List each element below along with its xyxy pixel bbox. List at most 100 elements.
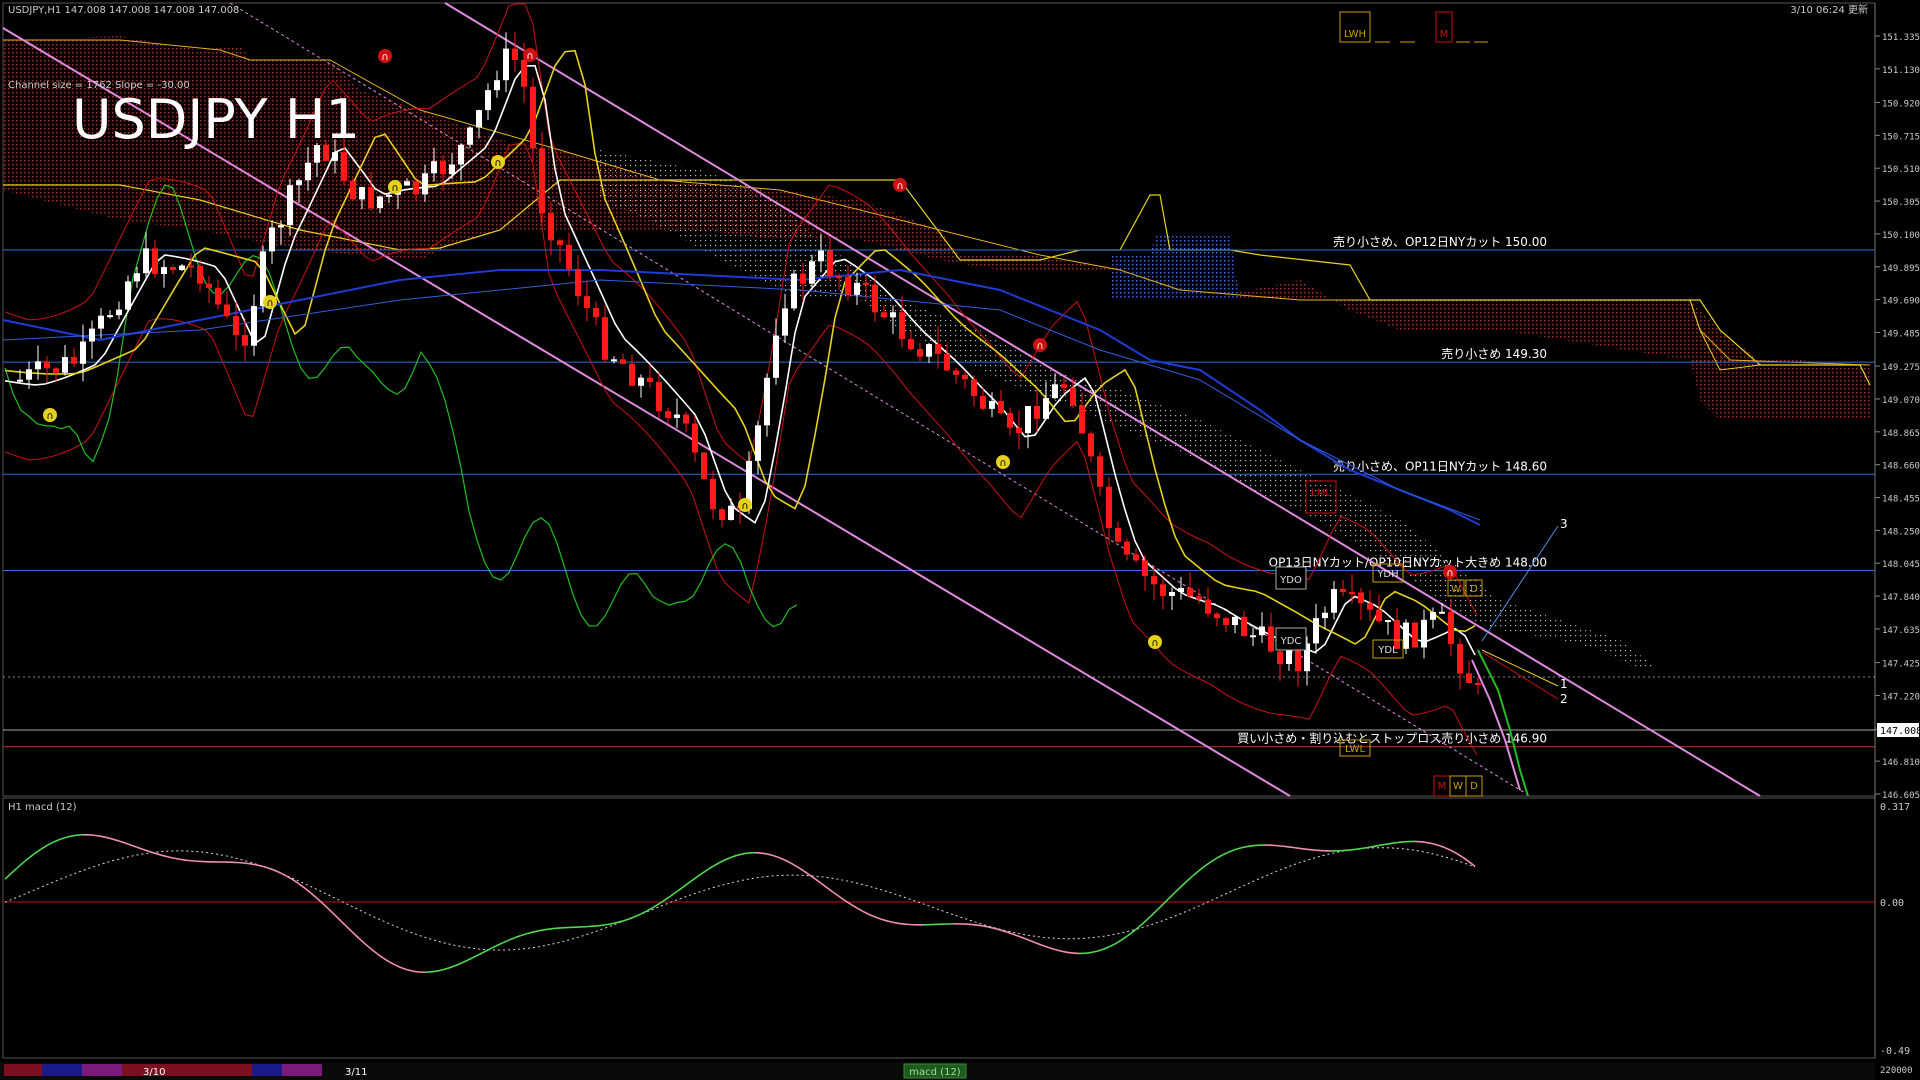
macd-segment xyxy=(1006,931,1014,935)
fractal-glyph: ∩ xyxy=(266,298,273,309)
kumo-white xyxy=(600,150,1660,670)
candle-body xyxy=(1313,618,1319,644)
candle-body xyxy=(251,306,257,346)
fractal-glyph: ∩ xyxy=(391,183,398,194)
candle-body xyxy=(386,194,392,197)
fractal-glyph: ∩ xyxy=(1446,568,1453,579)
macd-segment xyxy=(640,910,648,915)
price-tick-label: 148.455 xyxy=(1882,495,1920,505)
macd-segment xyxy=(316,897,324,905)
candle-body xyxy=(143,248,149,274)
macd-segment xyxy=(58,836,66,841)
candle-body xyxy=(1142,560,1148,577)
macd-segment xyxy=(538,928,546,932)
candle-body xyxy=(512,48,518,60)
candle-body xyxy=(575,269,581,297)
macd-segment xyxy=(190,859,198,863)
svg-text:D: D xyxy=(1470,781,1478,792)
macd-segment xyxy=(1300,847,1308,851)
macd-segment xyxy=(688,877,696,884)
macd-title: H1 macd (12) xyxy=(8,802,77,813)
candle-body xyxy=(404,181,410,186)
session-block xyxy=(282,1064,322,1076)
macd-segment xyxy=(790,862,798,868)
session-block xyxy=(42,1064,82,1076)
candle-body xyxy=(863,282,869,285)
candle-body xyxy=(332,152,338,161)
svg-text:M: M xyxy=(1438,781,1447,792)
svg-text:W: W xyxy=(1451,584,1461,595)
projection-label-2: 2 xyxy=(1560,692,1568,706)
candle-body xyxy=(80,341,86,364)
macd-segment xyxy=(808,873,816,880)
bottom-bar[interactable]: 3/10 3/11 macd (12) xyxy=(0,1062,1875,1080)
fractal-glyph: ∩ xyxy=(526,51,533,62)
fractal-glyph: ∩ xyxy=(896,181,903,192)
macd-segment xyxy=(1108,943,1116,948)
macd-segment xyxy=(1030,940,1038,945)
macd-segment xyxy=(280,872,288,877)
macd-segment xyxy=(1198,865,1206,872)
macd-segment xyxy=(604,923,612,926)
price-tick-label: 146.605 xyxy=(1882,791,1920,801)
chart-canvas[interactable]: 売り小さめ、OP12日NYカット 150.00 売り小さめ 149.30 売り小さめ… xyxy=(0,0,1920,1080)
candle-body xyxy=(1061,384,1067,388)
macd-segment xyxy=(370,948,378,955)
macd-segment xyxy=(1204,861,1212,867)
candle-body xyxy=(1052,384,1058,399)
macd-segment xyxy=(1462,856,1470,863)
macd-segment xyxy=(592,924,600,928)
candle-body xyxy=(674,414,680,418)
session-block xyxy=(174,1064,252,1076)
macd-segment xyxy=(184,859,192,862)
macd-segment xyxy=(838,895,846,902)
macd-segment xyxy=(1144,915,1152,923)
macd-segment xyxy=(16,862,24,869)
session-block xyxy=(82,1064,122,1076)
macd-segment xyxy=(1360,846,1368,850)
macd-panel-frame xyxy=(2,797,1876,1059)
macd-segment xyxy=(1150,909,1158,917)
macd-segment xyxy=(1096,948,1104,952)
candle-body xyxy=(125,281,131,310)
macd-segment xyxy=(844,899,852,906)
candle-body xyxy=(530,86,536,149)
candle-body xyxy=(620,359,626,364)
macd-segment xyxy=(718,859,726,864)
price-tick-label: 150.305 xyxy=(1882,198,1920,208)
macd-segment xyxy=(46,841,54,847)
ydc-marker: YDC xyxy=(1275,627,1307,651)
fractal-glyph: ∩ xyxy=(494,158,501,169)
macd-segment xyxy=(970,923,978,926)
macd-segment xyxy=(1246,844,1254,848)
price-tick-label: 149.485 xyxy=(1882,329,1920,339)
candle-body xyxy=(98,315,104,329)
macd-segment xyxy=(388,961,396,966)
macd-segment xyxy=(160,854,168,858)
session-block xyxy=(4,1064,42,1076)
macd-segment xyxy=(1102,946,1110,951)
macd-segment xyxy=(832,891,840,898)
svg-text:YDO: YDO xyxy=(1279,575,1302,586)
candle-body xyxy=(359,187,365,200)
candle-body xyxy=(1079,405,1085,434)
macd-segment xyxy=(682,882,690,888)
candle-body xyxy=(764,377,770,426)
macd-segment xyxy=(1168,891,1176,899)
candle-body xyxy=(305,162,311,181)
macd-segment xyxy=(1048,946,1056,951)
price-tick-label: 151.130 xyxy=(1882,66,1920,76)
updated-time: 3/10 06:24 更新 xyxy=(1790,3,1868,16)
macd-segment xyxy=(412,970,420,973)
candle-body xyxy=(1268,626,1274,652)
svg-text:LML: LML xyxy=(1311,488,1331,499)
candle-body xyxy=(665,411,671,418)
macd-segment xyxy=(1084,951,1092,955)
candle-body xyxy=(1250,635,1256,638)
macd-segment xyxy=(598,924,606,927)
macd-segment xyxy=(322,903,330,910)
price-tick-label: 147.635 xyxy=(1882,626,1920,636)
macd-segment xyxy=(628,915,636,920)
candle-body xyxy=(278,225,284,228)
lwh-corner-box: LWH xyxy=(1339,11,1415,43)
